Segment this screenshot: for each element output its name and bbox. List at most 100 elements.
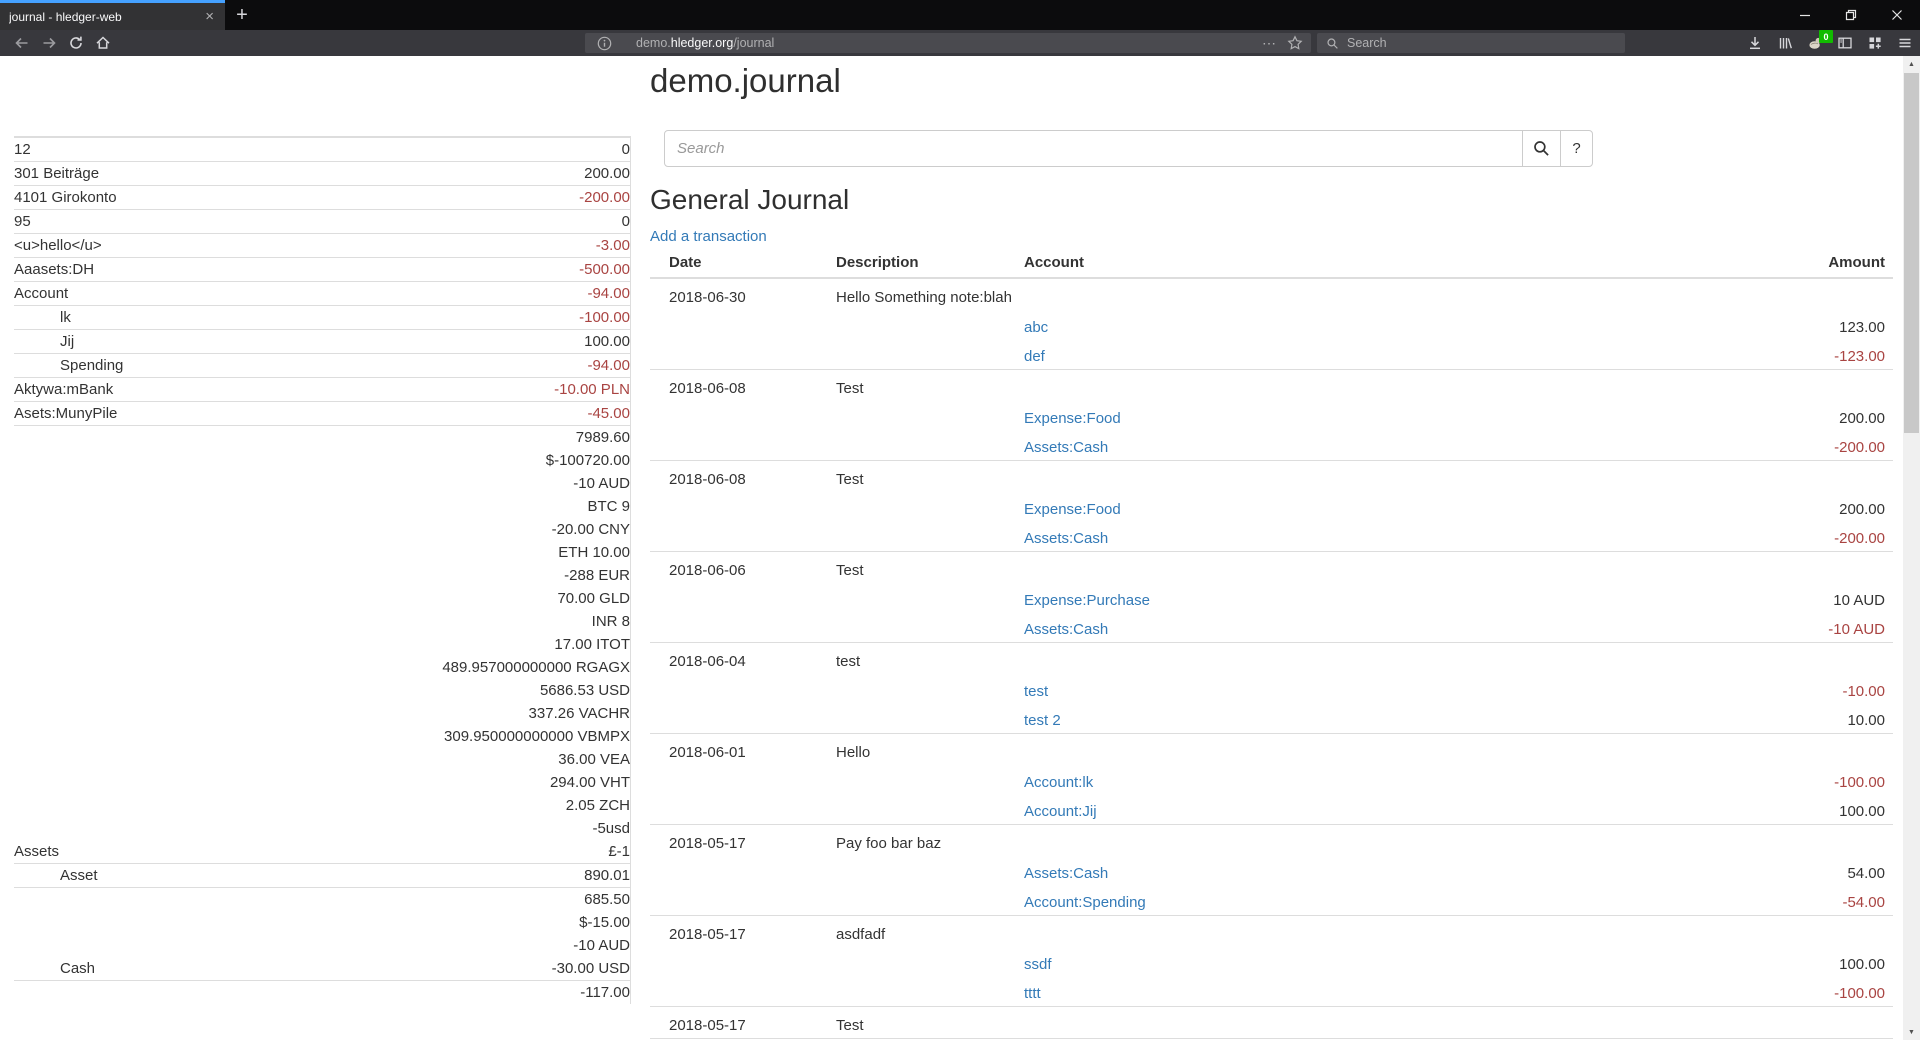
account-balance: -20.00 CNY [322, 518, 630, 541]
transaction[interactable]: 2018-05-17 asdfadf ssdf 100.00 tttt -100… [650, 916, 1893, 1007]
posting-row: Account:lk -100.00 [1024, 774, 1893, 792]
posting-account-link[interactable]: Account:Spending [1024, 894, 1146, 912]
posting-amount: -123.00 [1834, 348, 1893, 366]
sidebars-button[interactable] [1830, 30, 1860, 56]
account-balance: 309.950000000000 VBMPX [322, 725, 630, 748]
page-scrollbar[interactable]: ▲ ▼ [1903, 56, 1920, 1040]
transaction-description: Hello Something note:blah [836, 289, 1893, 307]
downloads-button[interactable] [1740, 30, 1770, 56]
account-link[interactable]: Jij [60, 333, 74, 350]
posting-row: ssdf 100.00 [1024, 956, 1893, 974]
transaction[interactable]: 2018-06-08 Test Expense:Food 200.00 Asse… [650, 461, 1893, 552]
home-button[interactable] [89, 30, 116, 56]
account-link[interactable]: Aktywa:mBank [14, 381, 113, 398]
forward-button[interactable] [35, 30, 62, 56]
posting-account-link[interactable]: Expense:Purchase [1024, 592, 1150, 610]
account-link[interactable]: Aaasets:DH [14, 261, 94, 278]
posting-row: Assets:Cash -200.00 [1024, 439, 1893, 457]
account-link[interactable]: Asset [60, 867, 98, 884]
account-row: Aktywa:mBank -10.00 PLN [14, 378, 631, 402]
account-link[interactable]: Asets:MunyPile [14, 405, 117, 422]
posting-account-link[interactable]: Expense:Food [1024, 410, 1121, 428]
journal-search-button[interactable] [1522, 130, 1561, 167]
scrollbar-thumb[interactable] [1904, 73, 1919, 433]
account-link[interactable]: 301 Beiträge [14, 165, 99, 182]
account-link[interactable]: lk [60, 309, 71, 326]
posting-amount: -54.00 [1842, 894, 1893, 912]
library-button[interactable] [1770, 30, 1800, 56]
transaction[interactable]: 2018-05-17 Test [650, 1007, 1893, 1039]
transaction[interactable]: 2018-06-04 test test -10.00 test 2 10.00 [650, 643, 1893, 734]
close-icon [1891, 9, 1903, 21]
posting-amount: -10.00 [1842, 683, 1893, 701]
account-balance: -10 AUD [322, 934, 630, 957]
forward-icon [41, 35, 57, 51]
posting-account-link[interactable]: abc [1024, 319, 1048, 337]
scroll-up-arrow-icon[interactable]: ▲ [1903, 56, 1920, 72]
transaction[interactable]: 2018-06-06 Test Expense:Purchase 10 AUD … [650, 552, 1893, 643]
posting-account-link[interactable]: Assets:Cash [1024, 621, 1108, 639]
posting-row: test 2 10.00 [1024, 712, 1893, 730]
posting-account-link[interactable]: Assets:Cash [1024, 865, 1108, 883]
pocket-tiles-button[interactable] [1860, 30, 1890, 56]
window-restore-button[interactable] [1828, 0, 1874, 30]
transaction[interactable]: 2018-06-08 Test Expense:Food 200.00 Asse… [650, 370, 1893, 461]
posting-account-link[interactable]: Assets:Cash [1024, 530, 1108, 548]
window-minimize-button[interactable] [1782, 0, 1828, 30]
posting-amount: 123.00 [1839, 319, 1893, 337]
header-description: Description [836, 254, 1024, 271]
add-transaction-link[interactable]: Add a transaction [650, 228, 767, 246]
new-tab-button[interactable]: + [225, 0, 259, 30]
account-link[interactable]: Spending [60, 357, 123, 374]
account-balance: -10.00 PLN [322, 378, 630, 401]
account-balance: 2.05 ZCH [322, 794, 630, 817]
page-actions-icon[interactable]: ⋯ [1262, 35, 1277, 52]
posting-account-link[interactable]: tttt [1024, 985, 1041, 1003]
account-link[interactable]: 95 [14, 213, 31, 230]
menu-button[interactable] [1890, 30, 1920, 56]
transaction-description: Hello [836, 744, 1893, 762]
account-row: -117.00 [14, 981, 631, 1005]
bookmark-star-icon[interactable] [1287, 35, 1303, 51]
posting-account-link[interactable]: test 2 [1024, 712, 1061, 730]
posting-amount: 10.00 [1847, 712, 1893, 730]
account-row: <u>hello</u> -3.00 [14, 234, 631, 258]
posting-amount: 54.00 [1847, 865, 1893, 883]
account-link[interactable]: Cash [60, 960, 95, 977]
tab-close-icon[interactable]: × [203, 9, 216, 24]
account-link[interactable]: Assets [14, 843, 59, 860]
posting-account-link[interactable]: Expense:Food [1024, 501, 1121, 519]
scroll-down-arrow-icon[interactable]: ▼ [1903, 1024, 1920, 1040]
url-bar[interactable]: demo.hledger.org/journal ⋯ [585, 33, 1311, 53]
journal-search-input[interactable] [664, 130, 1523, 167]
reload-button[interactable] [62, 30, 89, 56]
browser-tab[interactable]: journal - hledger-web × [0, 0, 225, 30]
window-close-button[interactable] [1874, 0, 1920, 30]
transaction-date: 2018-06-30 [669, 289, 836, 307]
restore-icon [1845, 9, 1857, 21]
posting-account-link[interactable]: def [1024, 348, 1045, 366]
browser-search-field[interactable]: Search [1317, 33, 1625, 53]
account-balance: $-100720.00 [322, 449, 630, 472]
posting-amount: 100.00 [1839, 803, 1893, 821]
account-link[interactable]: <u>hello</u> [14, 237, 102, 254]
transaction-summary: 2018-06-08 Test [650, 471, 1893, 489]
transaction[interactable]: 2018-05-17 Pay foo bar baz Assets:Cash 5… [650, 825, 1893, 916]
account-link[interactable]: 4101 Girokonto [14, 189, 117, 206]
transaction[interactable]: 2018-06-30 Hello Something note:blah abc… [650, 279, 1893, 370]
extension-button[interactable]: 0 [1800, 30, 1830, 56]
transaction-summary: 2018-06-01 Hello [650, 744, 1893, 762]
back-button[interactable] [8, 30, 35, 56]
hamburger-menu-icon [1897, 35, 1913, 51]
account-balance: -30.00 USD [322, 957, 630, 980]
posting-account-link[interactable]: Account:lk [1024, 774, 1093, 792]
transaction[interactable]: 2018-06-01 Hello Account:lk -100.00 Acco… [650, 734, 1893, 825]
posting-account-link[interactable]: ssdf [1024, 956, 1052, 974]
account-link[interactable]: 12 [14, 141, 31, 158]
posting-account-link[interactable]: Assets:Cash [1024, 439, 1108, 457]
account-balance: -5usd [322, 817, 630, 840]
posting-account-link[interactable]: test [1024, 683, 1048, 701]
search-help-button[interactable]: ? [1560, 130, 1593, 167]
posting-account-link[interactable]: Account:Jij [1024, 803, 1097, 821]
account-link[interactable]: Account [14, 285, 68, 302]
